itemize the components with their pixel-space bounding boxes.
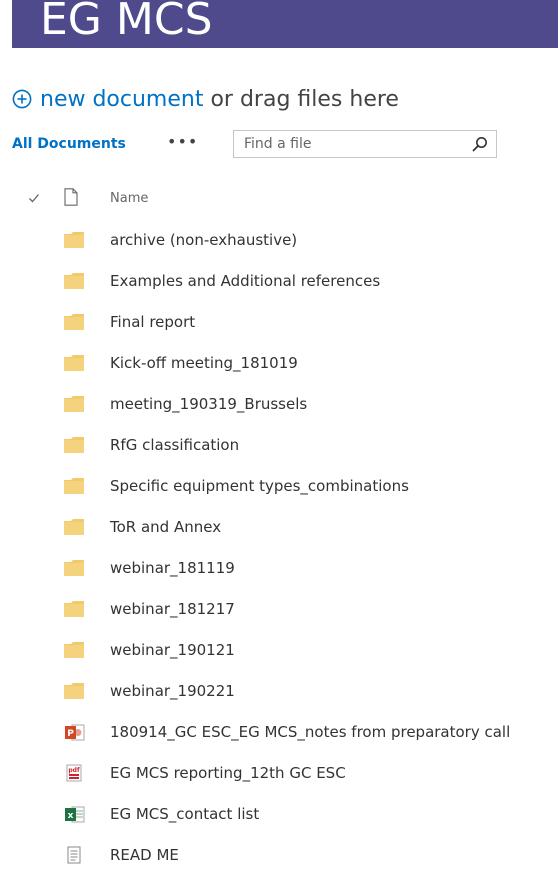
excel-file-icon: x — [65, 806, 85, 823]
item-name-link[interactable]: ToR and Annex — [110, 518, 221, 536]
item-name-link[interactable]: EG MCS reporting_12th GC ESC — [110, 764, 346, 782]
folder-icon — [64, 232, 84, 248]
site-title[interactable]: EG MCS — [40, 0, 213, 45]
folder-row[interactable]: RfG classification — [0, 426, 558, 467]
folder-icon — [64, 314, 84, 330]
item-name-link[interactable]: READ ME — [110, 846, 179, 864]
select-all-check-icon[interactable] — [28, 192, 40, 204]
text-file-icon — [67, 846, 81, 864]
item-name-link[interactable]: 180914_GC ESC_EG MCS_notes from preparat… — [110, 723, 510, 741]
item-name-link[interactable]: webinar_190221 — [110, 682, 235, 700]
name-column-header[interactable]: Name — [110, 191, 148, 206]
item-name-link[interactable]: RfG classification — [110, 436, 239, 454]
more-options-icon[interactable]: ••• — [167, 132, 198, 151]
folder-icon — [64, 396, 84, 412]
svg-text:x: x — [68, 811, 74, 821]
svg-text:pdf: pdf — [68, 767, 80, 774]
search-icon[interactable] — [472, 136, 488, 152]
list-toolbar: All Documents ••• — [12, 130, 552, 160]
folder-row[interactable]: Examples and Additional references — [0, 262, 558, 303]
folder-icon — [64, 437, 84, 453]
folder-icon — [64, 355, 84, 371]
item-name-link[interactable]: webinar_181217 — [110, 600, 235, 618]
item-name-link[interactable]: archive (non-exhaustive) — [110, 231, 297, 249]
file-row[interactable]: x EG MCS_contact list — [0, 795, 558, 836]
file-row[interactable]: READ ME — [0, 836, 558, 877]
powerpoint-file-icon: P — [65, 724, 85, 741]
pdf-file-icon: pdf — [66, 764, 82, 782]
item-name-link[interactable]: EG MCS_contact list — [110, 805, 259, 823]
folder-icon — [64, 601, 84, 617]
item-name-link[interactable]: Examples and Additional references — [110, 272, 380, 290]
folder-row[interactable]: Specific equipment types_combinations — [0, 467, 558, 508]
list-header: Name — [0, 186, 558, 214]
file-row[interactable]: P 180914_GC ESC_EG MCS_notes from prepara… — [0, 713, 558, 754]
folder-row[interactable]: webinar_181217 — [0, 590, 558, 631]
item-name-link[interactable]: meeting_190319_Brussels — [110, 395, 307, 413]
view-all-documents[interactable]: All Documents — [12, 136, 126, 152]
item-name-link[interactable]: webinar_190121 — [110, 641, 235, 659]
folder-row[interactable]: Kick-off meeting_181019 — [0, 344, 558, 385]
item-name-link[interactable]: webinar_181119 — [110, 559, 235, 577]
folder-icon — [64, 273, 84, 289]
folder-row[interactable]: meeting_190319_Brussels — [0, 385, 558, 426]
file-row[interactable]: pdf EG MCS reporting_12th GC ESC — [0, 754, 558, 795]
folder-icon — [64, 478, 84, 494]
plus-circle-icon[interactable] — [12, 89, 32, 109]
folder-icon — [64, 683, 84, 699]
folder-row[interactable]: ToR and Annex — [0, 508, 558, 549]
folder-row[interactable]: archive (non-exhaustive) — [0, 221, 558, 262]
drag-files-hint: or drag files here — [210, 86, 399, 112]
folder-row[interactable]: webinar_190121 — [0, 631, 558, 672]
file-list: archive (non-exhaustive) Examples and Add… — [0, 221, 558, 877]
item-name-link[interactable]: Specific equipment types_combinations — [110, 477, 409, 495]
folder-icon — [64, 560, 84, 576]
folder-row[interactable]: webinar_190221 — [0, 672, 558, 713]
upload-row: new document or drag files here — [12, 82, 399, 116]
search-input[interactable] — [234, 131, 464, 157]
item-name-link[interactable]: Final report — [110, 313, 195, 331]
new-document-link[interactable]: new document — [40, 87, 203, 112]
item-name-link[interactable]: Kick-off meeting_181019 — [110, 354, 298, 372]
folder-row[interactable]: webinar_181119 — [0, 549, 558, 590]
document-type-icon — [64, 188, 78, 206]
svg-text:P: P — [67, 729, 74, 739]
folder-row[interactable]: Final report — [0, 303, 558, 344]
folder-icon — [64, 642, 84, 658]
search-box — [233, 130, 497, 158]
folder-icon — [64, 519, 84, 535]
site-banner: EG MCS — [12, 0, 558, 48]
